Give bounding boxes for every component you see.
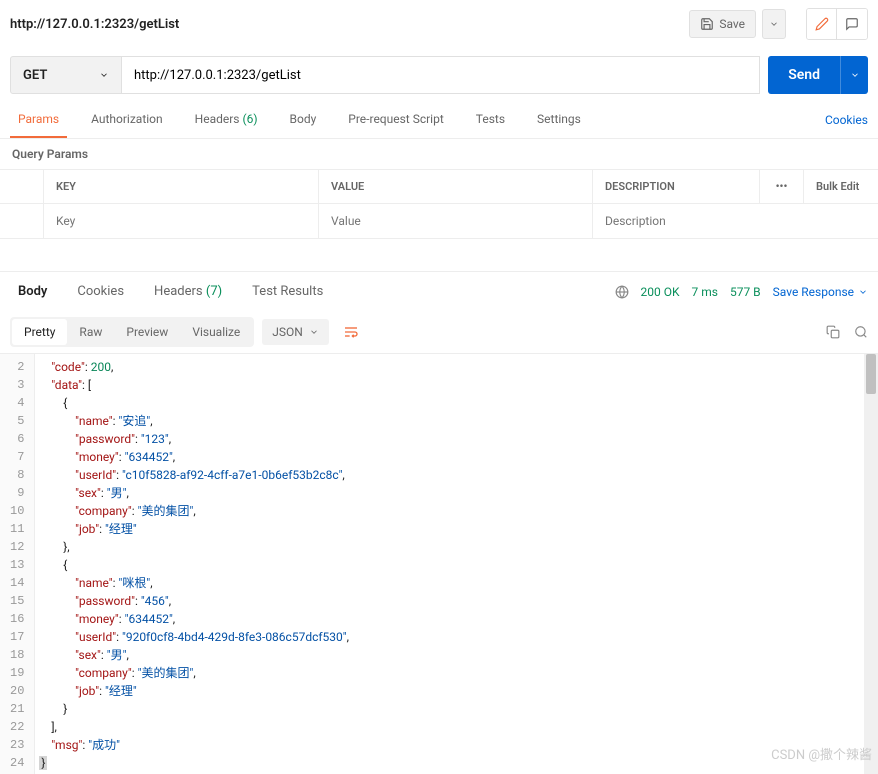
response-tab-body[interactable]: Body bbox=[10, 278, 55, 305]
row-check bbox=[0, 204, 44, 238]
method-select[interactable]: GET bbox=[10, 56, 122, 94]
response-tab-test-results[interactable]: Test Results bbox=[244, 278, 331, 305]
pill-visualize[interactable]: Visualize bbox=[180, 319, 252, 345]
url-input[interactable] bbox=[122, 56, 760, 94]
tab-settings[interactable]: Settings bbox=[529, 102, 589, 138]
chevron-down-icon bbox=[850, 70, 860, 80]
value-input[interactable] bbox=[331, 214, 580, 228]
send-dropdown[interactable] bbox=[840, 56, 868, 94]
col-check bbox=[0, 170, 44, 203]
scroll-thumb[interactable] bbox=[866, 354, 876, 394]
response-body[interactable]: 23456789101112131415161718192021222324 "… bbox=[0, 354, 878, 774]
request-title: http://127.0.0.1:2323/getList bbox=[10, 17, 689, 32]
copy-icon bbox=[826, 325, 840, 339]
bulk-edit-link[interactable]: Bulk Edit bbox=[804, 170, 878, 203]
chevron-down-icon bbox=[858, 287, 868, 297]
save-response-link[interactable]: Save Response bbox=[773, 285, 868, 299]
col-value: VALUE bbox=[319, 170, 593, 203]
request-tabs: Params Authorization Headers (6) Body Pr… bbox=[0, 102, 878, 139]
cookies-link[interactable]: Cookies bbox=[825, 103, 868, 137]
save-dropdown[interactable] bbox=[762, 9, 786, 39]
description-input[interactable] bbox=[605, 214, 748, 228]
pill-pretty[interactable]: Pretty bbox=[12, 319, 67, 345]
format-select[interactable]: JSON bbox=[262, 319, 329, 345]
scrollbar[interactable] bbox=[864, 354, 878, 774]
tab-tests[interactable]: Tests bbox=[468, 102, 513, 138]
response-headers-count: (7) bbox=[206, 284, 222, 299]
pencil-icon bbox=[815, 17, 829, 31]
headers-count: (6) bbox=[242, 112, 257, 126]
chevron-down-icon bbox=[99, 70, 109, 80]
status-code: 200 OK bbox=[641, 285, 680, 299]
response-tab-cookies[interactable]: Cookies bbox=[69, 278, 132, 305]
copy-button[interactable] bbox=[826, 325, 840, 339]
search-icon bbox=[854, 325, 868, 339]
comment-icon bbox=[845, 17, 859, 31]
save-label: Save bbox=[719, 17, 745, 31]
tab-authorization[interactable]: Authorization bbox=[83, 102, 171, 138]
tab-headers[interactable]: Headers (6) bbox=[187, 102, 266, 138]
wrap-toggle[interactable] bbox=[337, 318, 365, 346]
code-content[interactable]: "code": 200, "data": [ { "name": "安追", "… bbox=[35, 354, 878, 774]
chevron-down-icon bbox=[309, 327, 319, 337]
col-key: KEY bbox=[44, 170, 319, 203]
save-button[interactable]: Save bbox=[689, 10, 756, 38]
comment-button[interactable] bbox=[837, 9, 867, 39]
pill-raw[interactable]: Raw bbox=[67, 319, 114, 345]
save-response-label: Save Response bbox=[773, 285, 854, 299]
wrap-icon bbox=[343, 324, 359, 340]
response-headers-label: Headers bbox=[154, 284, 203, 299]
response-time: 7 ms bbox=[692, 285, 718, 299]
query-params-title: Query Params bbox=[0, 139, 878, 169]
format-label: JSON bbox=[272, 325, 303, 339]
globe-icon[interactable] bbox=[615, 285, 629, 299]
params-table: KEY VALUE DESCRIPTION ••• Bulk Edit bbox=[0, 169, 878, 239]
search-button[interactable] bbox=[854, 325, 868, 339]
line-gutter: 23456789101112131415161718192021222324 bbox=[0, 354, 35, 774]
tab-headers-label: Headers bbox=[195, 112, 240, 126]
pill-preview[interactable]: Preview bbox=[114, 319, 180, 345]
key-input[interactable] bbox=[56, 214, 306, 228]
view-mode-pills: Pretty Raw Preview Visualize bbox=[10, 317, 254, 347]
tab-prerequest[interactable]: Pre-request Script bbox=[340, 102, 451, 138]
response-size: 577 B bbox=[730, 285, 761, 299]
edit-button[interactable] bbox=[807, 9, 837, 39]
col-description: DESCRIPTION bbox=[593, 170, 760, 203]
response-tab-headers[interactable]: Headers (7) bbox=[146, 278, 230, 305]
tab-body[interactable]: Body bbox=[282, 102, 325, 138]
send-button[interactable]: Send bbox=[768, 56, 840, 94]
tab-params[interactable]: Params bbox=[10, 102, 67, 138]
method-label: GET bbox=[23, 68, 99, 83]
chevron-down-icon bbox=[769, 19, 779, 29]
save-icon bbox=[700, 17, 714, 31]
table-options[interactable]: ••• bbox=[760, 170, 804, 203]
